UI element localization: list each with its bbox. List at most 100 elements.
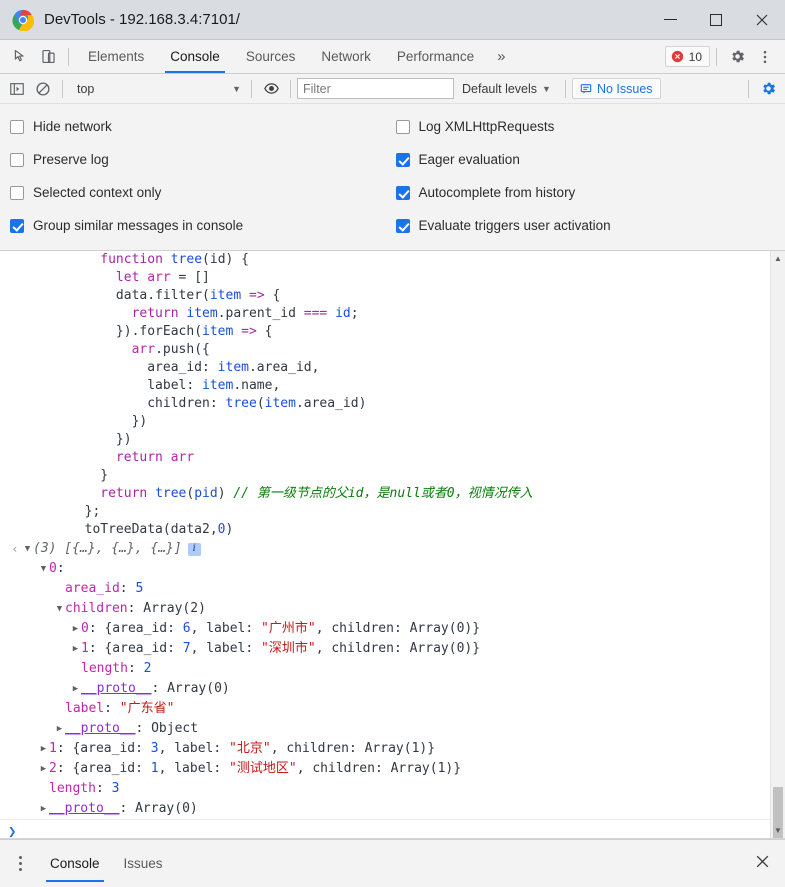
clear-console-button[interactable] — [30, 76, 56, 102]
close-button[interactable] — [739, 0, 785, 40]
object-tree-row[interactable]: children: Array(2) — [0, 599, 770, 619]
scroll-up-arrow-icon[interactable]: ▲ — [771, 251, 785, 266]
setting-row[interactable]: Group similar messages in console — [10, 209, 393, 242]
object-tree-token: , label: — [190, 621, 262, 636]
close-icon — [756, 14, 768, 25]
object-tree-token: : {area_id: — [88, 621, 183, 636]
console-toolbar: top ▼ Default levels ▼ No Issues — [0, 74, 785, 104]
live-expression-button[interactable] — [258, 76, 284, 102]
tab-performance[interactable]: Performance — [384, 40, 487, 73]
object-tree-row[interactable]: 1: {area_id: 7, label: "深圳市", children: … — [0, 639, 770, 659]
object-tree-token: , label: — [190, 641, 262, 656]
disclosure-triangle-icon[interactable] — [70, 639, 81, 659]
console-filter-input[interactable] — [297, 78, 454, 99]
console-prompt[interactable]: ❯ — [0, 819, 770, 838]
setting-checkbox[interactable] — [395, 119, 410, 134]
info-badge-icon[interactable]: i — [187, 542, 201, 556]
setting-checkbox[interactable] — [10, 185, 24, 200]
object-tree-row[interactable]: 0: — [0, 559, 770, 579]
setting-checkbox[interactable] — [395, 218, 410, 233]
code-token: item — [186, 306, 218, 321]
setting-row[interactable]: Log XMLHttpRequests — [395, 110, 785, 143]
tab-console[interactable]: Console — [157, 40, 233, 73]
error-circle-icon — [671, 50, 683, 63]
devtools-main-menu-button[interactable] — [751, 43, 779, 71]
setting-row[interactable]: Autocomplete from history — [395, 176, 785, 209]
setting-row[interactable]: Selected context only — [10, 176, 393, 209]
setting-label: Selected context only — [33, 185, 162, 200]
more-tabs-button[interactable]: » — [487, 40, 515, 73]
object-tree-row[interactable]: __proto__: Object — [0, 719, 770, 739]
device-toolbar-button[interactable] — [34, 43, 62, 71]
disclosure-triangle-icon[interactable] — [22, 539, 33, 559]
code-line: toTreeData(data2,0) — [0, 521, 770, 539]
setting-label: Group similar messages in console — [33, 218, 244, 233]
drawer-tab-issues[interactable]: Issues — [112, 840, 175, 887]
setting-checkbox[interactable] — [10, 119, 24, 134]
setting-checkbox[interactable] — [10, 218, 24, 233]
drawer-tab-console[interactable]: Console — [38, 840, 112, 887]
device-toolbar-icon — [41, 49, 55, 64]
object-tree-token: : {area_id: — [56, 741, 151, 756]
drawer-menu-button[interactable] — [10, 856, 30, 871]
console-settings-button[interactable] — [755, 76, 781, 102]
code-token: arr — [147, 270, 171, 285]
disclosure-triangle-icon[interactable] — [70, 679, 81, 699]
code-token: ; — [350, 306, 359, 321]
object-tree-row[interactable]: __proto__: Array(0) — [0, 679, 770, 699]
object-tree-token: , children: Array(1)} — [270, 741, 436, 756]
divider — [251, 79, 252, 98]
tab-elements[interactable]: Elements — [75, 40, 157, 73]
setting-row[interactable]: Hide network — [10, 110, 393, 143]
disclosure-triangle-icon[interactable] — [38, 559, 49, 579]
object-tree-row[interactable]: length: 2 — [0, 659, 770, 679]
devtools-settings-button[interactable] — [723, 43, 751, 71]
maximize-button[interactable] — [693, 0, 739, 40]
object-tree-row[interactable]: 1: {area_id: 3, label: "北京", children: A… — [0, 739, 770, 759]
disclosure-triangle-icon[interactable] — [38, 799, 49, 819]
console-scrollbar[interactable]: ▲ ▼ — [770, 251, 785, 838]
scroll-down-arrow-icon[interactable]: ▼ — [771, 823, 785, 838]
object-tree-row[interactable]: label: "广东省" — [0, 699, 770, 719]
setting-checkbox[interactable] — [395, 185, 410, 200]
console-sidebar-button[interactable] — [4, 76, 30, 102]
setting-checkbox[interactable] — [395, 152, 410, 167]
object-tree-token: __proto__ — [81, 681, 152, 696]
disclosure-triangle-icon[interactable] — [54, 599, 65, 619]
object-tree-row[interactable]: ‹ (3) [{…}, {…}, {…}] i — [0, 539, 770, 559]
log-levels-dropdown[interactable]: Default levels ▼ — [454, 82, 559, 96]
disclosure-triangle-icon[interactable] — [38, 739, 49, 759]
disclosure-triangle-icon[interactable] — [38, 759, 49, 779]
console-sidebar-icon — [10, 82, 24, 95]
chrome-logo-icon — [12, 9, 34, 31]
error-count-badge[interactable]: 10 — [664, 46, 710, 67]
tab-sources[interactable]: Sources — [233, 40, 309, 73]
object-tree-token: 2 — [143, 661, 152, 676]
drawer-close-button[interactable] — [754, 853, 771, 875]
close-icon — [756, 855, 769, 867]
inspect-element-button[interactable] — [6, 43, 34, 71]
minimize-button[interactable] — [647, 0, 693, 40]
setting-checkbox[interactable] — [10, 152, 24, 167]
tab-network[interactable]: Network — [308, 40, 384, 73]
kebab-menu-icon — [18, 856, 22, 859]
object-tree-row[interactable]: 2: {area_id: 1, label: "测试地区", children:… — [0, 759, 770, 779]
object-tree-row[interactable]: 0: {area_id: 6, label: "广州市", children: … — [0, 619, 770, 639]
setting-row[interactable]: Preserve log — [10, 143, 393, 176]
issues-status-button[interactable]: No Issues — [571, 78, 661, 99]
tab-strip-icons — [0, 40, 75, 73]
setting-row[interactable]: Evaluate triggers user activation — [395, 209, 785, 242]
object-tree-row[interactable]: __proto__: Array(0) — [0, 799, 770, 819]
object-tree-row[interactable]: length: 3 — [0, 779, 770, 799]
setting-row[interactable]: Eager evaluation — [395, 143, 785, 176]
execution-context-selector[interactable]: top ▼ — [69, 78, 245, 100]
code-token: children: — [22, 396, 226, 411]
disclosure-triangle-icon[interactable] — [54, 719, 65, 739]
object-tree-row[interactable]: area_id: 5 — [0, 579, 770, 599]
disclosure-triangle-icon[interactable] — [70, 619, 81, 639]
code-token: { — [256, 324, 273, 339]
